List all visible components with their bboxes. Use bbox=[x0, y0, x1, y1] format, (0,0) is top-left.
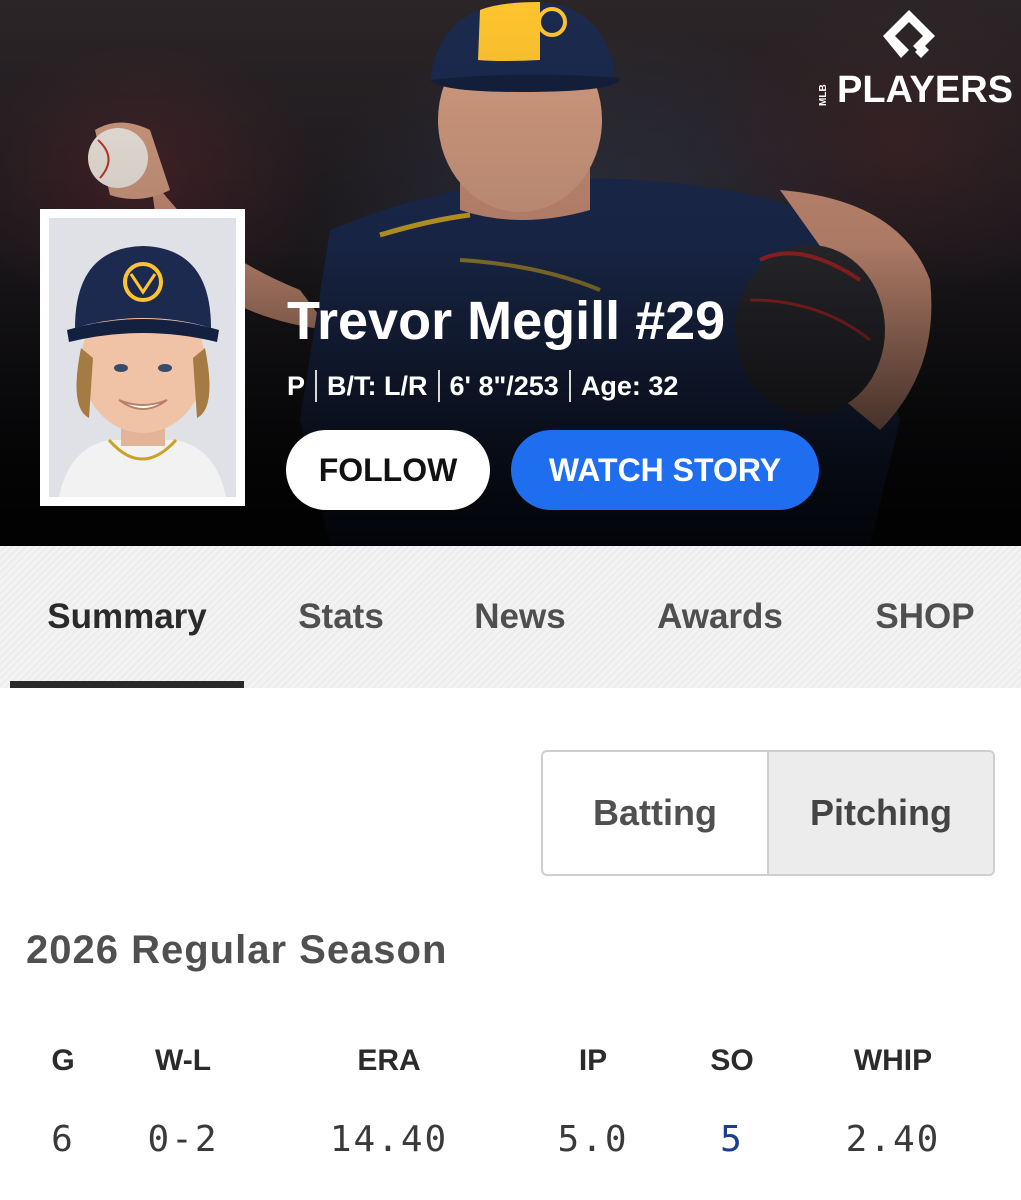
tab-shop[interactable]: SHOP bbox=[850, 546, 1000, 688]
stat-header-so: SO bbox=[710, 1044, 754, 1077]
stat-header-ip: IP bbox=[578, 1044, 608, 1077]
stat-value-whip: 2.40 bbox=[845, 1119, 941, 1160]
active-tab-indicator bbox=[10, 681, 244, 688]
tab-stats[interactable]: Stats bbox=[270, 546, 412, 688]
profile-tabs: Summary Stats News Awards SHOP bbox=[0, 546, 1021, 688]
mlb-wordmark: MLB bbox=[818, 84, 829, 106]
player-age: Age: 32 bbox=[580, 371, 679, 401]
player-hero: MLB PLAYERS Trevor Megill #29 P B/T: L/R… bbox=[0, 0, 1021, 546]
player-headshot bbox=[49, 218, 236, 497]
batting-toggle-button[interactable]: Batting bbox=[543, 752, 767, 874]
player-meta: P B/T: L/R 6' 8"/253 Age: 32 bbox=[287, 368, 678, 404]
follow-button[interactable]: FOLLOW bbox=[286, 430, 490, 510]
stats-value-row: 6 0-2 14.40 5.0 5 2.40 bbox=[0, 1115, 1021, 1165]
stats-header-row: G W-L ERA IP SO WHIP bbox=[0, 1038, 1021, 1088]
tab-summary[interactable]: Summary bbox=[10, 546, 244, 688]
watch-story-button[interactable]: WATCH STORY bbox=[511, 430, 819, 510]
stat-value-so-link[interactable]: 5 bbox=[652, 1115, 812, 1165]
players-wordmark: PLAYERS bbox=[837, 69, 1013, 111]
season-title: 2026 Regular Season bbox=[26, 928, 448, 972]
meta-divider bbox=[568, 370, 571, 402]
meta-divider bbox=[315, 370, 318, 402]
stat-header-wl: W-L bbox=[154, 1044, 212, 1077]
player-position: P bbox=[287, 371, 306, 401]
stat-value-era: 14.40 bbox=[329, 1119, 449, 1160]
meta-divider bbox=[437, 370, 440, 402]
stat-header-era: ERA bbox=[357, 1044, 421, 1077]
tab-news[interactable]: News bbox=[450, 546, 590, 688]
stat-value-wl: 0-2 bbox=[147, 1119, 219, 1160]
player-name: Trevor Megill #29 bbox=[287, 291, 726, 351]
tab-awards[interactable]: Awards bbox=[630, 546, 810, 688]
stat-header-whip: WHIP bbox=[853, 1044, 933, 1077]
player-bats-throws: B/T: L/R bbox=[327, 371, 428, 401]
player-height-weight: 6' 8"/253 bbox=[449, 371, 559, 401]
player-headshot-frame bbox=[40, 209, 245, 506]
stat-value-ip: 5.0 bbox=[557, 1119, 629, 1160]
batting-pitching-toggle: Batting Pitching bbox=[541, 750, 995, 876]
pitching-toggle-button[interactable]: Pitching bbox=[767, 752, 993, 874]
